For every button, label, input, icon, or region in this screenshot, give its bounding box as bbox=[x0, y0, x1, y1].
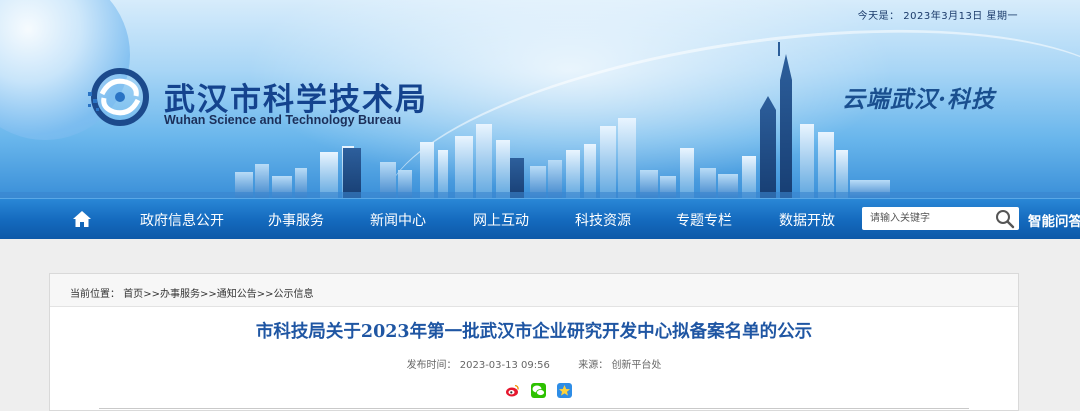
home-icon[interactable] bbox=[72, 210, 92, 228]
breadcrumb-notices[interactable]: 通知公告 bbox=[217, 289, 257, 300]
nav-item-services[interactable]: 办事服务 bbox=[268, 210, 324, 230]
breadcrumb-separator: >> bbox=[256, 289, 274, 300]
article-divider bbox=[99, 408, 969, 409]
search-input[interactable] bbox=[862, 207, 990, 230]
smart-qa-link[interactable]: 智能问答 bbox=[1028, 210, 1080, 230]
nav-item-gov-info[interactable]: 政府信息公开 bbox=[140, 210, 224, 230]
nav-item-open-data[interactable]: 数据开放 bbox=[779, 210, 835, 230]
nav-item-news[interactable]: 新闻中心 bbox=[370, 210, 426, 230]
source-label: 来源： bbox=[578, 360, 609, 371]
nav-item-resources[interactable]: 科技资源 bbox=[575, 210, 631, 230]
nav-item-topics[interactable]: 专题专栏 bbox=[676, 210, 732, 230]
wechat-share-icon[interactable] bbox=[531, 383, 547, 398]
nav-item-interaction[interactable]: 网上互动 bbox=[473, 210, 529, 230]
article-card: 当前位置： 首页>>办事服务>>通知公告>>公示信息 市科技局关于2023年第一… bbox=[49, 273, 1019, 411]
breadcrumb-separator: >> bbox=[199, 289, 217, 300]
main-nav: 政府信息公开 办事服务 新闻中心 网上互动 科技资源 专题专栏 数据开放 智能问… bbox=[0, 198, 1080, 239]
weibo-share-icon[interactable] bbox=[505, 383, 520, 398]
breadcrumb-separator: >> bbox=[143, 289, 160, 300]
slogan-calligraphy: 云端武汉·科技 bbox=[842, 86, 996, 113]
publish-time-value: 2023-03-13 09:56 bbox=[459, 360, 550, 371]
breadcrumb-home[interactable]: 首页 bbox=[123, 289, 143, 300]
share-bar bbox=[505, 383, 578, 399]
date-display: 今天是： 2023年3月13日 星期一 bbox=[857, 11, 1018, 22]
publish-time-label: 发布时间： bbox=[406, 360, 457, 371]
qzone-share-icon[interactable] bbox=[557, 383, 573, 398]
bureau-logo-icon bbox=[88, 68, 149, 126]
breadcrumb-prefix: 当前位置： bbox=[70, 289, 120, 300]
breadcrumb: 当前位置： 首页>>办事服务>>通知公告>>公示信息 bbox=[50, 274, 1018, 307]
site-subtitle: Wuhan Science and Technology Bureau bbox=[164, 113, 402, 127]
breadcrumb-public-info[interactable]: 公示信息 bbox=[273, 289, 313, 300]
breadcrumb-services[interactable]: 办事服务 bbox=[160, 289, 200, 300]
search-box bbox=[862, 207, 1019, 230]
article-meta: 发布时间： 2023-03-13 09:56 来源： 创新平台处 bbox=[50, 356, 1018, 371]
search-icon[interactable] bbox=[993, 208, 1017, 229]
source-value: 创新平台处 bbox=[611, 360, 662, 371]
article-title: 市科技局关于2023年第一批武汉市企业研究开发中心拟备案名单的公示 bbox=[255, 322, 813, 342]
site-banner: 今天是： 2023年3月13日 星期一 武汉市科学技术局 Wuhan Scien… bbox=[0, 0, 1080, 198]
